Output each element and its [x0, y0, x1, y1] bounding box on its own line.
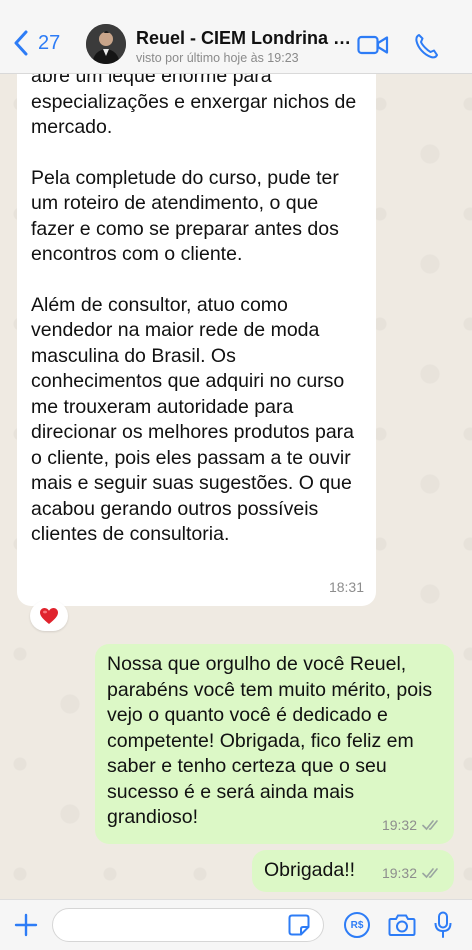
message-meta: 19:32 — [382, 861, 442, 887]
contact-name: Reuel - CIEM Londrina P... — [136, 28, 354, 48]
message-composer: R$ — [0, 899, 472, 950]
pix-icon: R$ — [344, 912, 370, 938]
avatar-image — [86, 24, 126, 64]
back-button[interactable]: 27 — [12, 30, 60, 56]
message-meta: 19:32 — [382, 813, 442, 839]
avatar[interactable] — [86, 24, 126, 64]
message-text: Nossa que orgulho de você Reuel, parabén… — [107, 653, 433, 828]
chevron-left-icon — [14, 30, 28, 56]
video-camera-icon[interactable] — [357, 34, 389, 56]
double-check-icon — [422, 868, 438, 879]
outgoing-message[interactable]: Nossa que orgulho de você Reuel, parabén… — [95, 644, 454, 844]
microphone-icon[interactable] — [434, 911, 452, 939]
phone-icon[interactable] — [414, 33, 438, 59]
contact-info[interactable]: Reuel - CIEM Londrina P... visto por últ… — [136, 28, 354, 65]
plus-icon[interactable] — [14, 913, 38, 937]
message-paragraph: Pela completude do curso, pude ter um ro… — [31, 166, 339, 266]
sticker-icon[interactable] — [288, 914, 310, 936]
unread-count: 27 — [38, 31, 61, 54]
camera-icon[interactable] — [388, 913, 416, 937]
chat-header: 27 Reuel - CIEM Londrina P... visto por … — [0, 0, 472, 74]
incoming-message[interactable]: abre um leque enorme para especializaçõe… — [17, 74, 376, 606]
last-seen-status: visto por último hoje às 19:23 — [136, 51, 299, 65]
double-check-icon — [422, 820, 438, 831]
reaction-badge[interactable] — [30, 601, 68, 631]
message-time: 18:31 — [328, 578, 364, 595]
message-time: 19:32 — [381, 864, 417, 881]
message-input[interactable] — [52, 908, 324, 942]
message-paragraph: abre um leque enorme para especializaçõe… — [31, 74, 357, 138]
message-time: 19:32 — [381, 816, 417, 833]
message-paragraph: Além de consultor, atuo como vendedor na… — [31, 293, 355, 546]
pix-button[interactable]: R$ — [344, 912, 370, 938]
outgoing-message[interactable]: Obrigada!! 19:32 — [252, 850, 454, 892]
heart-icon — [40, 608, 58, 624]
chat-area[interactable]: abre um leque enorme para especializaçõe… — [0, 74, 472, 899]
